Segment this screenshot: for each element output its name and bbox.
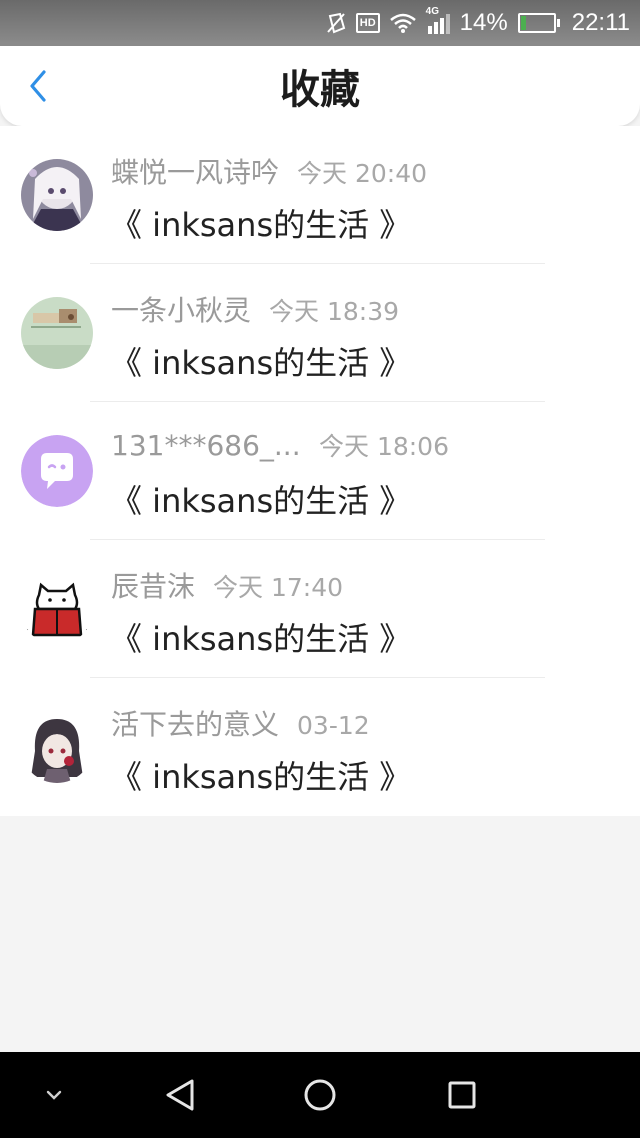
back-chevron-icon — [30, 70, 46, 102]
chevron-down-icon — [46, 1090, 62, 1100]
list-item[interactable]: 一条小秋灵 今天 18:39 《 inksans的生活 》 — [0, 264, 640, 402]
collection-title[interactable]: 《 inksans的生活 》 — [110, 476, 411, 522]
avatar[interactable] — [21, 159, 93, 231]
item-meta: 蝶悦一风诗吟 今天 20:40 — [111, 151, 427, 191]
hide-nav-button[interactable] — [36, 1052, 72, 1138]
username[interactable]: 辰昔沫 — [111, 565, 195, 605]
avatar[interactable] — [21, 435, 93, 507]
clock: 22:11 — [571, 9, 630, 36]
timestamp: 03-12 — [297, 711, 370, 740]
wifi-icon — [389, 13, 416, 33]
square-recents-icon — [448, 1081, 476, 1109]
item-meta: 一条小秋灵 今天 18:39 — [111, 289, 399, 329]
battery-icon — [517, 13, 560, 33]
timestamp: 今天 20:40 — [297, 159, 428, 188]
vibrate-icon — [326, 12, 346, 34]
list-item[interactable]: 活下去的意义 03-12 《 inksans的生活 》 — [0, 678, 640, 816]
username[interactable]: 蝶悦一风诗吟 — [111, 151, 279, 191]
timestamp: 今天 17:40 — [213, 573, 344, 602]
timestamp: 今天 18:06 — [319, 432, 449, 461]
header-bar: 收藏 — [0, 46, 640, 126]
circle-home-icon — [304, 1079, 336, 1111]
battery-percent: 14% — [459, 9, 508, 36]
hd-icon: HD — [355, 13, 380, 33]
status-icons: HD 4G 14% 22:11 — [326, 0, 630, 46]
username[interactable]: 活下去的意义 — [111, 703, 279, 743]
home-nav-button[interactable] — [290, 1052, 350, 1138]
page-title: 收藏 — [280, 67, 360, 113]
network-type: 4G — [425, 6, 440, 17]
list-item[interactable]: 131***686_... 今天 18:06 《 inksans的生活 》 — [0, 402, 640, 540]
triangle-back-icon — [166, 1079, 194, 1111]
item-meta: 辰昔沫 今天 17:40 — [111, 565, 343, 605]
back-nav-button[interactable] — [150, 1052, 210, 1138]
collection-title[interactable]: 《 inksans的生活 》 — [110, 614, 411, 660]
item-meta: 活下去的意义 03-12 — [111, 703, 370, 743]
list-item[interactable]: 辰昔沫 今天 17:40 《 inksans的生活 》 — [0, 540, 640, 678]
status-bar: HD 4G 14% 22:11 — [0, 0, 640, 46]
username[interactable]: 一条小秋灵 — [111, 289, 251, 329]
back-button[interactable] — [18, 66, 58, 106]
recents-nav-button[interactable] — [432, 1052, 492, 1138]
collection-title[interactable]: 《 inksans的生活 》 — [110, 338, 411, 384]
avatar[interactable] — [21, 711, 93, 783]
collection-title[interactable]: 《 inksans的生活 》 — [110, 752, 411, 798]
avatar[interactable] — [21, 573, 93, 645]
username[interactable]: 131***686_... — [111, 429, 301, 462]
list-item[interactable]: 蝶悦一风诗吟 今天 20:40 《 inksans的生活 》 — [0, 126, 640, 264]
favorites-list: 蝶悦一风诗吟 今天 20:40 《 inksans的生活 》 一条小秋灵 今天 … — [0, 126, 640, 816]
item-meta: 131***686_... 今天 18:06 — [111, 427, 449, 467]
avatar[interactable] — [21, 297, 93, 369]
signal-icon: 4G — [426, 6, 450, 34]
system-nav-bar — [0, 1052, 640, 1138]
collection-title[interactable]: 《 inksans的生活 》 — [110, 200, 411, 246]
timestamp: 今天 18:39 — [269, 297, 400, 326]
